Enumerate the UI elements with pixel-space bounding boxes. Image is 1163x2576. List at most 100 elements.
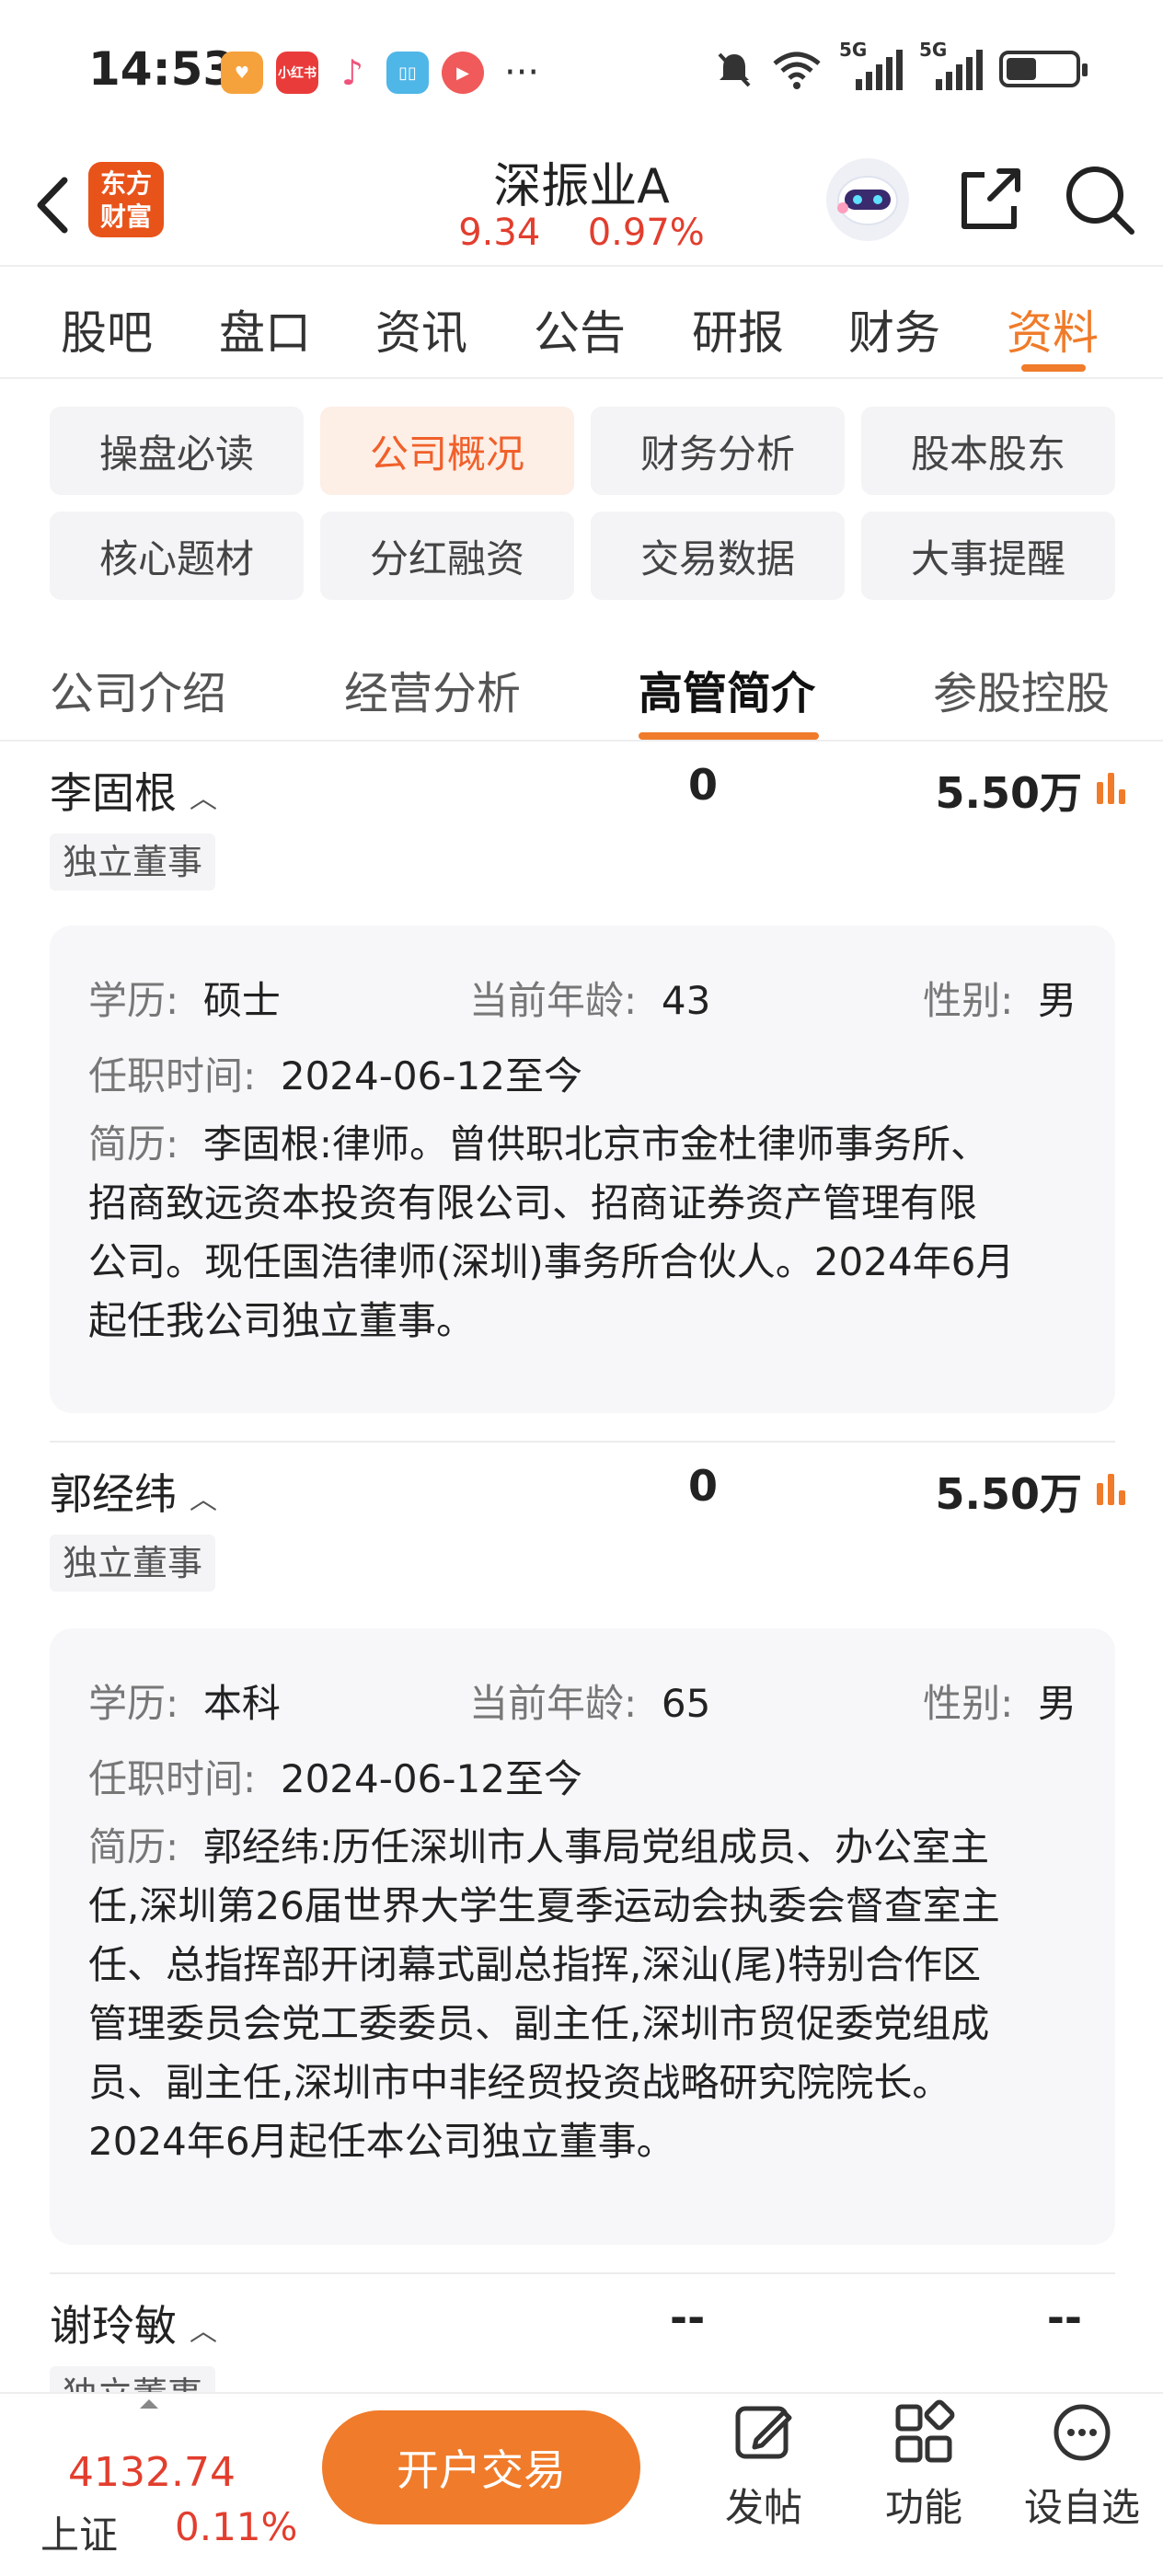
gender-value: 男 [1037,978,1077,1023]
collapse-caret-icon: ︿ [190,1484,217,1516]
executive-name-row[interactable]: 郭经纬 ︿ [50,1461,217,1522]
age-field: 当前年龄: 65 [469,1673,710,1729]
mute-icon [718,52,751,87]
gender-field: 性别: 男 [923,970,1077,1026]
search-icon[interactable] [1058,158,1141,241]
executive-salary: 5.50万 [935,768,1083,818]
age-label: 当前年龄: [469,978,638,1023]
tab-research[interactable]: 研报 [692,296,784,362]
executive-name: 郭经纬 [50,1469,177,1519]
signal-1-icon: 5G [839,39,903,90]
executive-name: 谢玲敏 [50,2301,177,2351]
index-value[interactable]: 4132.74 [68,2449,236,2496]
main-tabs: 股吧 盘口 资讯 公告 研报 财务 资料 [0,269,1163,379]
post-button[interactable]: 发帖 [699,2399,828,2533]
add-watchlist-label: 设自选 [1023,2485,1140,2530]
tab-announcements[interactable]: 公告 [534,296,626,362]
tab-profile[interactable]: 资料 [1007,296,1099,362]
subtab-executives[interactable]: 高管简介 [639,657,815,721]
tab-news[interactable]: 资讯 [375,296,467,362]
add-watchlist-button[interactable]: 设自选 [1018,2399,1146,2533]
system-icons: 5G 5G [714,39,1088,90]
stock-change: 0.97% [587,212,705,254]
video-icon: ▶ [442,52,484,94]
functions-label: 功能 [884,2485,962,2530]
taobao-icon: ♥ [221,52,263,94]
status-time: 14:53 [88,42,236,96]
subtab-company-intro[interactable]: 公司介绍 [50,657,226,721]
executive-bio: 简历: 李固根:律师。曾供职北京市金杜律师事务所、 招商致远资本投资有限公司、招… [88,1115,1077,1351]
education-value: 本科 [202,1681,281,1726]
bio-line: 管理委员会党工委委员、副主任,深圳市贸促委党组成 [88,2001,990,2046]
open-account-trade-button[interactable]: 开户交易 [322,2410,640,2524]
bio-line: 起任我公司独立董事。 [88,1298,476,1343]
bio-line: 招商致远资本投资有限公司、招商证券资产管理有限 [88,1180,978,1225]
chip-dividends-financing[interactable]: 分红融资 [320,512,574,600]
subtab-business-analysis[interactable]: 经营分析 [344,657,521,721]
gender-label: 性别: [923,1681,1014,1726]
bio-line: 公司。现任国浩律师(深圳)事务所合伙人。2024年6月 [88,1239,1015,1284]
status-bar: 14:53 ♥ 小红书 ♪ ▯▯ ▶ ··· 5G 5G [0,0,1163,147]
index-name[interactable]: 上证 [40,2504,118,2560]
salary-chart-icon[interactable] [1093,769,1130,806]
tenure-label: 任职时间: [88,1756,257,1801]
index-up-arrow-icon [140,2399,158,2409]
notification-icons: ♥ 小红书 ♪ ▯▯ ▶ ··· [221,52,539,94]
executive-name-row[interactable]: 谢玲敏 ︿ [50,2293,217,2353]
more-notifications-icon: ··· [504,52,540,94]
list-divider [50,1441,1115,1443]
executive-name: 李固根 [50,768,177,818]
bio-line: 任、总指挥部开闭幕式副总指挥,深汕(尾)特别合作区 [88,1942,982,1987]
list-divider [50,2272,1115,2274]
tab-guba[interactable]: 股吧 [61,296,153,362]
age-value: 43 [661,978,711,1023]
executive-shares: 0 [688,760,719,810]
bio-line: 简历: 郭经纬:历任深圳市人事局党组成员、办公室主 [88,1824,990,1869]
stock-header: 深振业A 9.34 0.97% 东方财富 [0,147,1163,267]
tab-finance[interactable]: 财务 [848,296,940,362]
battery-level [1007,58,1036,80]
tenure-field: 任职时间: 2024-06-12至今 [88,1748,582,1804]
wifi-icon [773,52,821,89]
executive-salary: 5.50万 [935,1469,1083,1519]
tenure-label: 任职时间: [88,1053,257,1098]
signal-2-icon: 5G [919,39,983,90]
xiaohongshu-icon: 小红书 [276,52,318,94]
subtab-holdings[interactable]: 参股控股 [933,657,1110,721]
chip-core-themes[interactable]: 核心题材 [50,512,304,600]
executive-shares: -- [670,2293,706,2342]
executive-shares: 0 [688,1461,719,1511]
chip-trading-essentials[interactable]: 操盘必读 [50,407,304,495]
education-label: 学历: [88,1681,179,1726]
bio-label: 简历: [88,1824,179,1869]
share-icon[interactable] [948,158,1031,241]
edit-icon [735,2406,792,2459]
chip-trading-data[interactable]: 交易数据 [591,512,845,600]
gender-field: 性别: 男 [923,1673,1077,1729]
chip-financial-analysis[interactable]: 财务分析 [591,407,845,495]
executive-name-row[interactable]: 李固根 ︿ [50,760,217,821]
chip-company-overview[interactable]: 公司概况 [320,407,574,495]
active-tab-indicator [1021,364,1086,372]
functions-button[interactable]: 功能 [859,2399,988,2533]
tab-pankou[interactable]: 盘口 [219,296,311,362]
age-value: 65 [661,1681,711,1726]
executive-detail-card: 学历: 本科 当前年龄: 65 性别: 男 任职时间: 2024-06-12至今… [50,1628,1115,2245]
salary-chart-icon[interactable] [1093,1470,1130,1507]
index-change[interactable]: 0.11% [175,2504,297,2549]
tenure-value: 2024-06-12至今 [280,1756,582,1801]
age-label: 当前年龄: [469,1681,638,1726]
back-arrow-icon[interactable] [26,164,81,247]
education-field: 学历: 硕士 [88,970,281,1026]
education-value: 硕士 [202,978,281,1023]
chip-event-reminders[interactable]: 大事提醒 [861,512,1115,600]
reader-icon: ▯▯ [386,52,429,94]
gender-label: 性别: [923,978,1014,1023]
education-field: 学历: 本科 [88,1673,281,1729]
ai-assistant-avatar[interactable] [826,158,909,241]
eastmoney-logo[interactable]: 东方财富 [88,162,164,237]
music-icon: ♪ [340,52,364,93]
robot-icon [837,176,898,225]
post-label: 发帖 [724,2485,802,2530]
chip-shareholders[interactable]: 股本股东 [861,407,1115,495]
